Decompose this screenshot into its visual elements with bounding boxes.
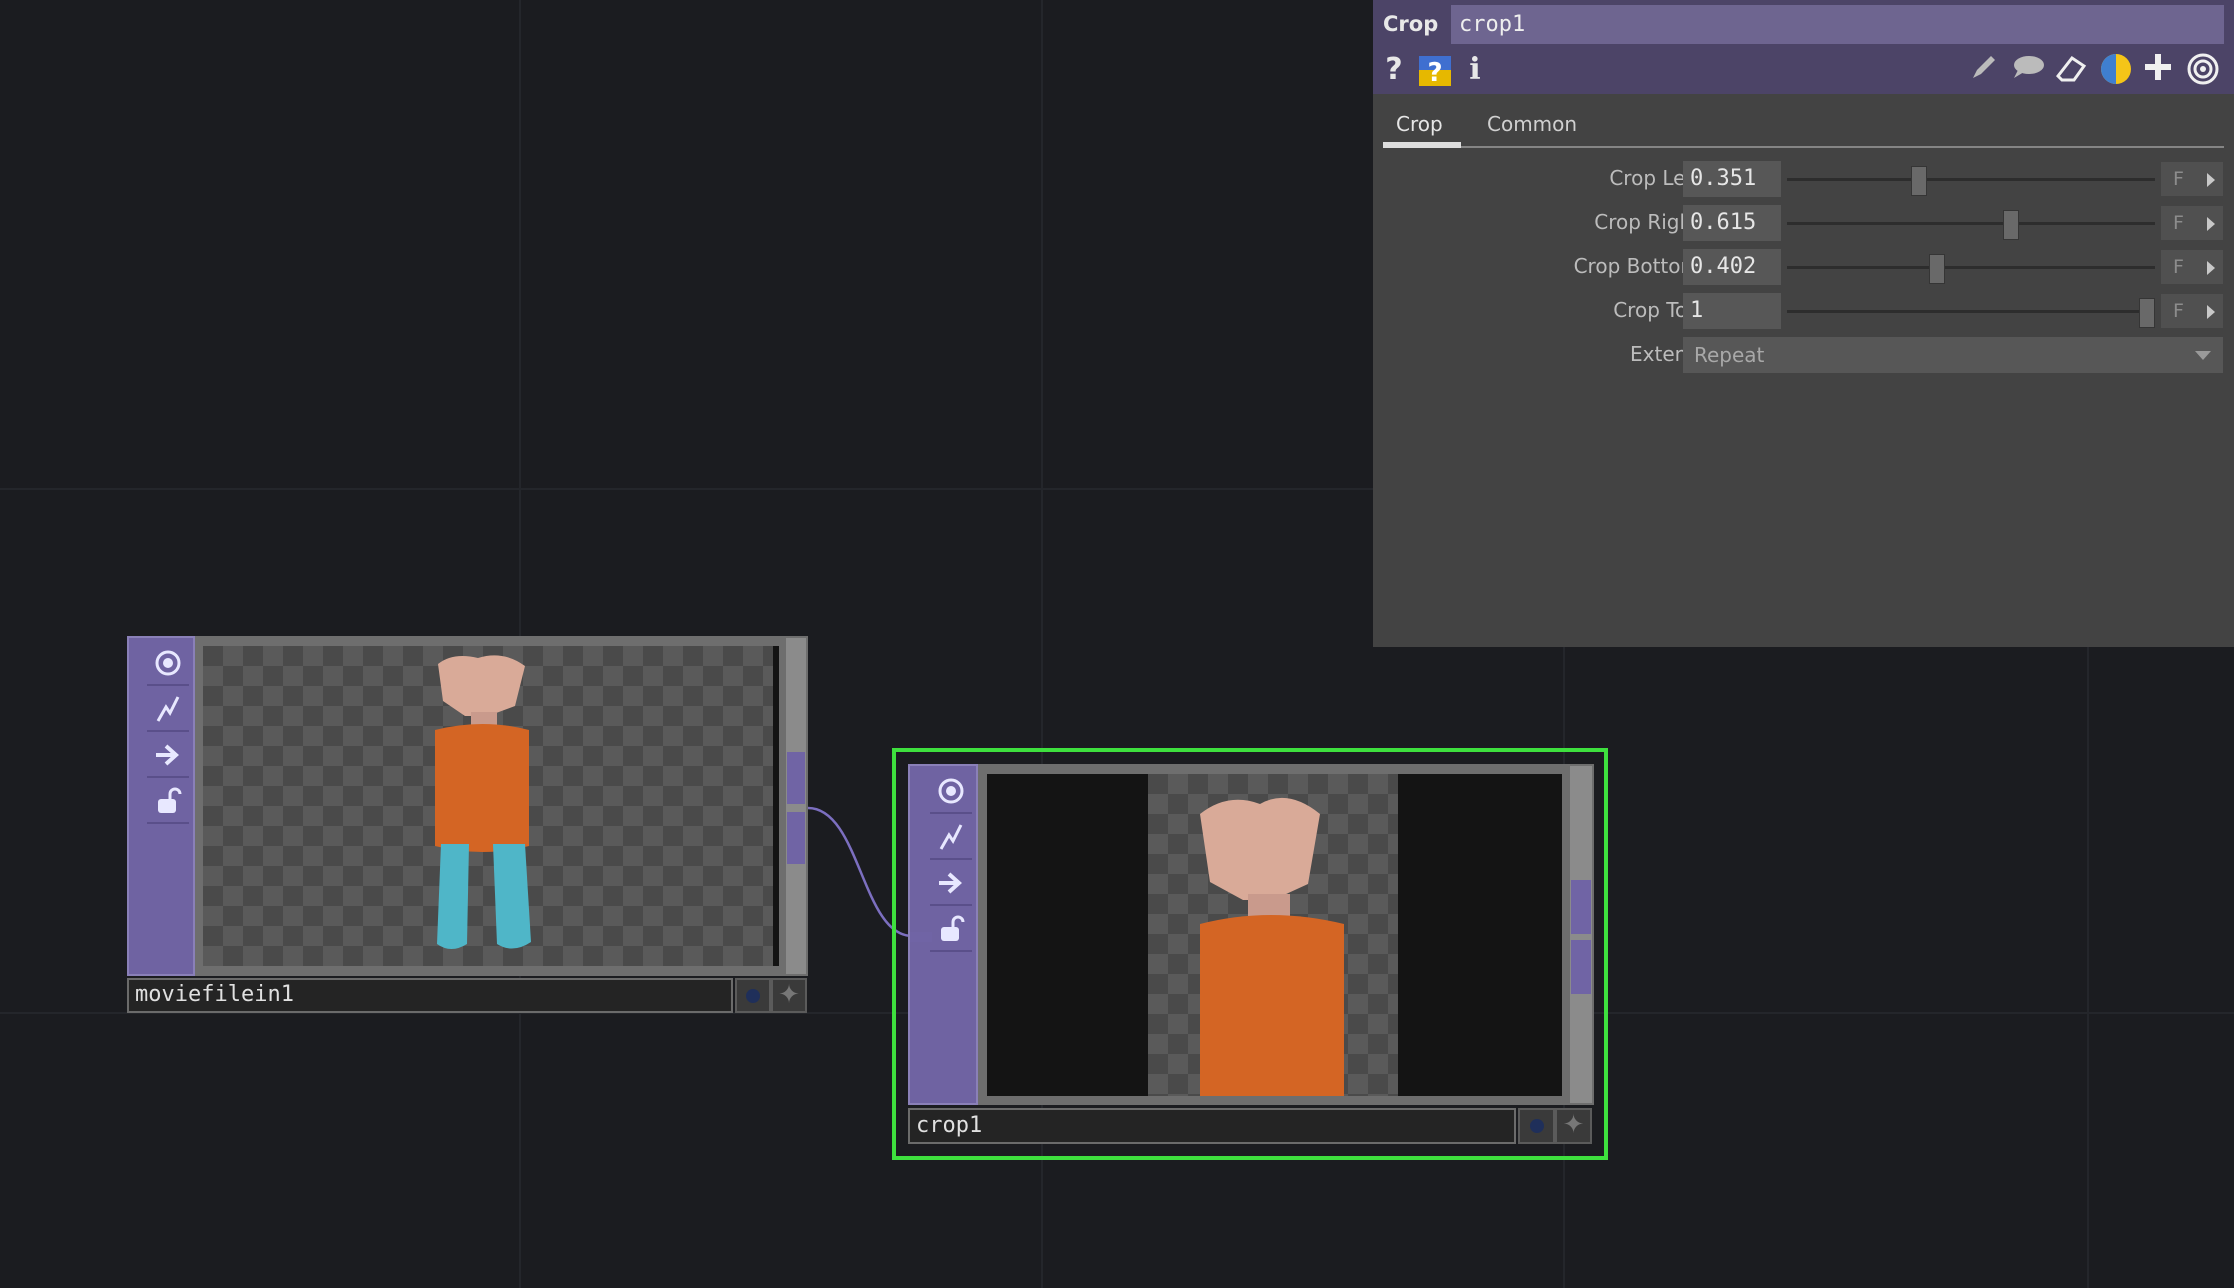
output-connector[interactable]	[787, 752, 805, 804]
plus-icon: ✦	[778, 980, 800, 1010]
viewer-target-icon	[155, 650, 181, 676]
node-status-button[interactable]	[735, 978, 771, 1013]
node-flag-bar	[127, 636, 195, 976]
render-flag[interactable]	[930, 860, 972, 906]
lock-icon	[941, 915, 965, 941]
lock-flag[interactable]	[930, 906, 972, 952]
figurine-cropped-image	[1200, 797, 1344, 1096]
viewer-flag[interactable]	[930, 768, 972, 814]
viewer-target-icon	[938, 778, 964, 804]
display-flag[interactable]	[930, 814, 972, 860]
viewer-flag[interactable]	[147, 640, 189, 686]
arrow-right-icon	[939, 872, 962, 894]
render-flag[interactable]	[147, 732, 189, 778]
node-output-strip	[1570, 766, 1592, 1103]
moviefilein-name[interactable]: moviefilein1	[127, 978, 733, 1013]
bypass-lightning-icon	[939, 824, 963, 850]
status-dot-icon	[1529, 1119, 1544, 1133]
lock-icon	[158, 787, 182, 813]
display-flag[interactable]	[147, 686, 189, 732]
node-expand-button[interactable]: ✦	[771, 978, 807, 1013]
lock-flag[interactable]	[147, 778, 189, 824]
input-connector[interactable]	[910, 932, 932, 942]
status-dot-icon	[746, 988, 760, 1003]
crop-viewer[interactable]	[1148, 774, 1398, 1096]
moviefilein-viewer[interactable]	[203, 646, 777, 966]
viewer-edge	[773, 646, 779, 966]
crop-name[interactable]: crop1	[908, 1108, 1516, 1144]
plus-icon: ✦	[1562, 1110, 1585, 1140]
figurine-image	[435, 655, 531, 949]
output-connector[interactable]	[787, 812, 805, 864]
output-connector[interactable]	[1571, 940, 1591, 994]
output-connector[interactable]	[1571, 880, 1591, 934]
arrow-right-icon	[156, 744, 179, 766]
node-output-strip	[786, 638, 806, 974]
node-expand-button[interactable]: ✦	[1555, 1108, 1592, 1144]
node-status-button[interactable]	[1518, 1108, 1555, 1144]
bypass-lightning-icon	[156, 696, 180, 722]
